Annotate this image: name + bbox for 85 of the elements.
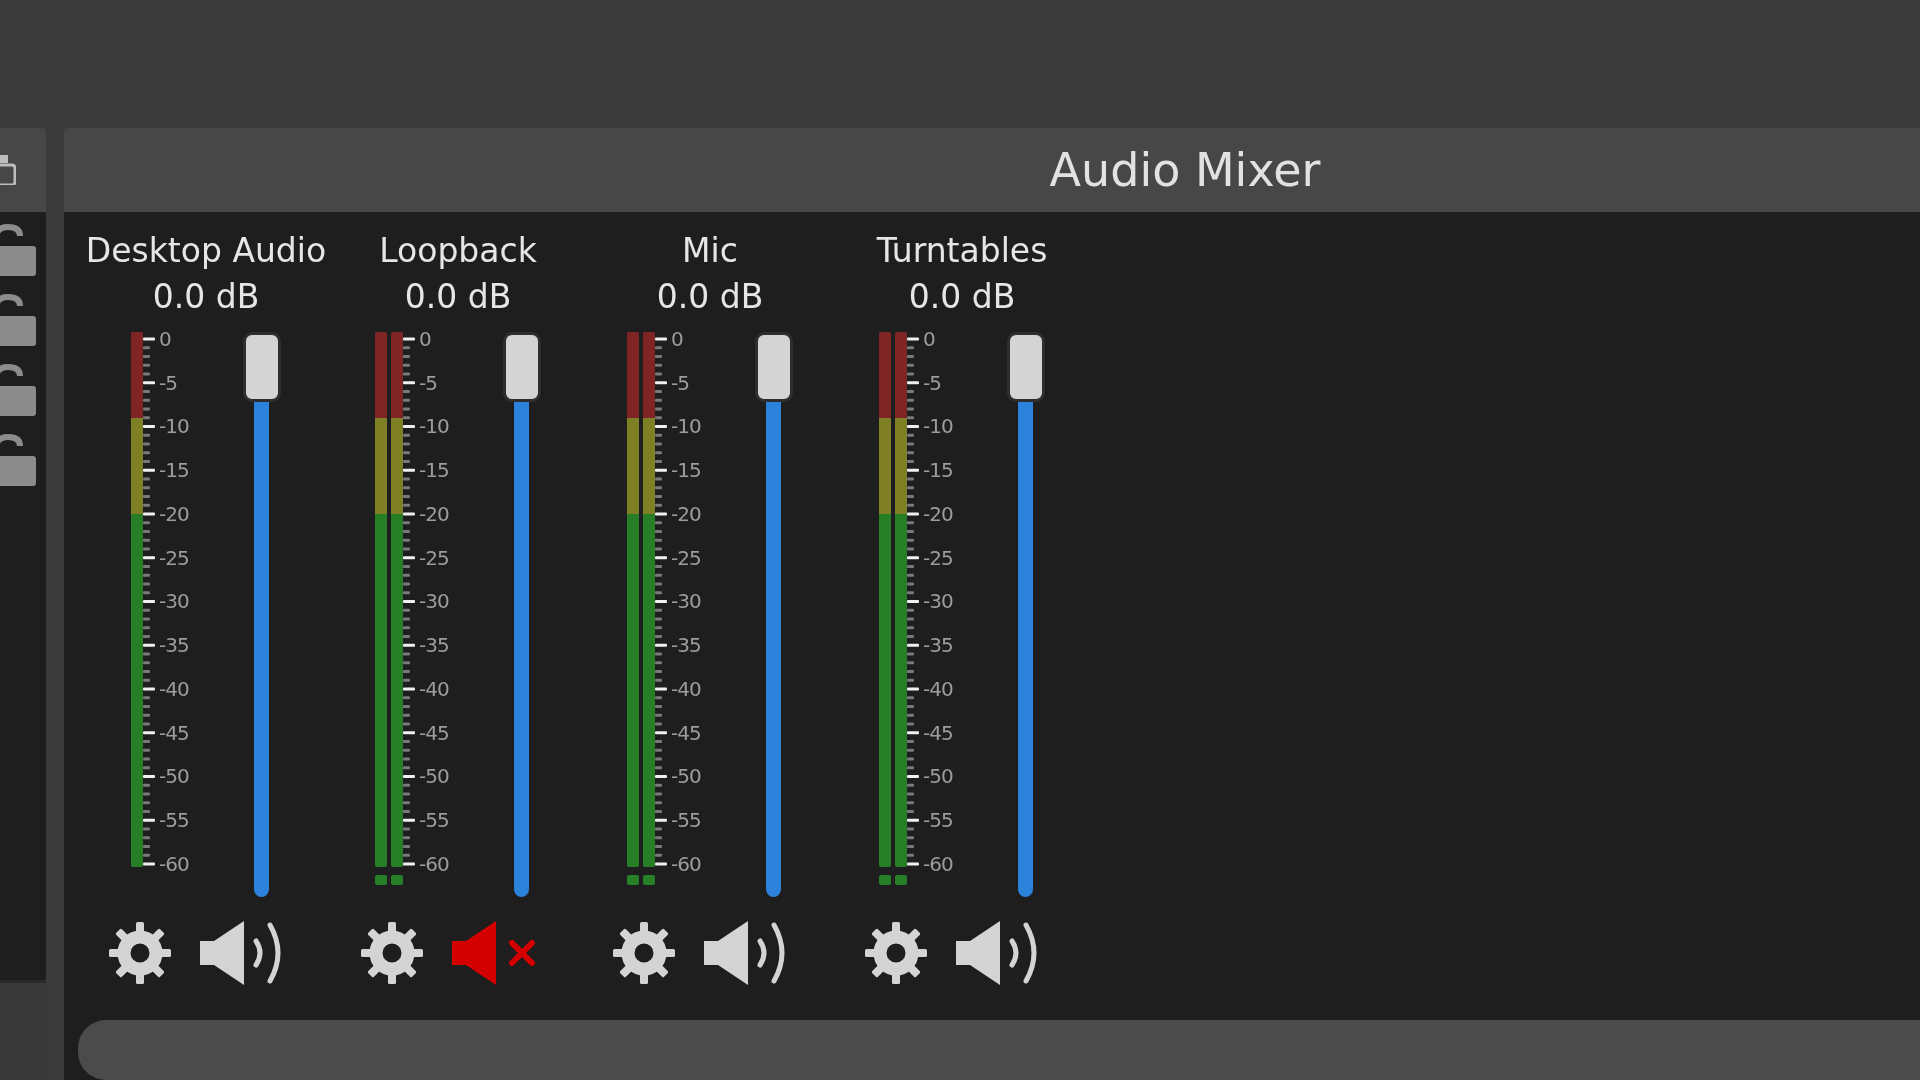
lock-icon[interactable] (0, 224, 36, 276)
scale-label: -50 (923, 763, 954, 791)
scale-label: -60 (923, 851, 954, 878)
scale-label: -15 (419, 457, 450, 485)
scale-label: -15 (671, 457, 702, 485)
scale-label: -15 (159, 457, 190, 485)
scale-label: -50 (159, 763, 190, 791)
scale-label: -45 (419, 719, 450, 747)
scale-label: -60 (419, 851, 450, 878)
scale-label: -55 (159, 807, 190, 835)
channel-name: Turntables (876, 230, 1048, 272)
scale-label: -5 (923, 369, 942, 397)
settings-button[interactable] (360, 921, 424, 985)
scale-label: 0 (671, 326, 684, 353)
scale-label: 0 (159, 326, 172, 353)
scale-label: -5 (419, 369, 438, 397)
slider-handle[interactable] (1007, 332, 1045, 402)
scale-label: -25 (419, 544, 450, 572)
lock-icon[interactable] (0, 294, 36, 346)
scale-label: -30 (923, 588, 954, 616)
scale-label: -30 (671, 588, 702, 616)
scale-label: -10 (159, 413, 190, 441)
scale-label: -40 (159, 676, 190, 703)
scale-label: -5 (159, 369, 178, 397)
settings-button[interactable] (864, 921, 928, 985)
scale-label: -35 (923, 632, 954, 660)
scale-label: -40 (923, 676, 954, 703)
scale-label: -20 (159, 501, 190, 528)
scale-label: -10 (671, 413, 702, 441)
settings-button[interactable] (612, 921, 676, 985)
volume-readout: 0.0 dB (656, 276, 764, 318)
scale-label: -35 (419, 632, 450, 660)
scale-label: -30 (419, 588, 450, 616)
scale-label: -5 (671, 369, 690, 397)
volume-slider[interactable] (753, 332, 793, 897)
scale-label: -60 (671, 851, 702, 878)
scale-label: -25 (671, 544, 702, 572)
peak-indicator (643, 875, 655, 885)
scale-label: 0 (923, 326, 936, 353)
slider-handle[interactable] (243, 332, 281, 402)
peak-indicator (375, 875, 387, 885)
peak-indicator (879, 875, 891, 885)
slider-handle[interactable] (503, 332, 541, 402)
volume-readout: 0.0 dB (152, 276, 260, 318)
scale-label: -35 (671, 632, 702, 660)
channel-name: Loopback (379, 230, 537, 272)
volume-readout: 0.0 dB (908, 276, 1016, 318)
scale-label: -50 (419, 763, 450, 791)
peak-indicator (627, 875, 639, 885)
panel-title: Audio Mixer (1049, 143, 1321, 197)
scale-label: -35 (159, 632, 190, 660)
scale-label: 0 (419, 326, 432, 353)
lock-icon[interactable] (0, 364, 36, 416)
settings-button[interactable] (108, 921, 172, 985)
lock-icon[interactable] (0, 434, 36, 486)
volume-slider[interactable] (1005, 332, 1045, 897)
scale-label: -45 (671, 719, 702, 747)
scale-label: -55 (419, 807, 450, 835)
scale-label: -40 (419, 676, 450, 703)
scale-label: -30 (159, 588, 190, 616)
scale-label: -10 (923, 413, 954, 441)
toolbar-icon[interactable] (0, 155, 16, 185)
volume-slider[interactable] (241, 332, 281, 897)
scale-label: -45 (923, 719, 954, 747)
scale-label: -15 (923, 457, 954, 485)
scale-label: -55 (923, 807, 954, 835)
scale-label: -10 (419, 413, 450, 441)
slider-handle[interactable] (755, 332, 793, 402)
channel-name: Desktop Audio (85, 230, 327, 272)
scrollbar[interactable] (78, 1020, 1920, 1080)
scale-label: -40 (671, 676, 702, 703)
scale-label: -60 (159, 851, 190, 878)
scale-label: -25 (159, 544, 190, 572)
scale-label: -25 (923, 544, 954, 572)
peak-indicator (391, 875, 403, 885)
scale-label: -45 (159, 719, 190, 747)
scale-label: -20 (419, 501, 450, 528)
peak-indicator (895, 875, 907, 885)
channel-name: Mic (682, 230, 738, 272)
volume-readout: 0.0 dB (404, 276, 512, 318)
scale-label: -20 (671, 501, 702, 528)
volume-slider[interactable] (501, 332, 541, 897)
scale-label: -20 (923, 501, 954, 528)
scale-label: -50 (671, 763, 702, 791)
scale-label: -55 (671, 807, 702, 835)
